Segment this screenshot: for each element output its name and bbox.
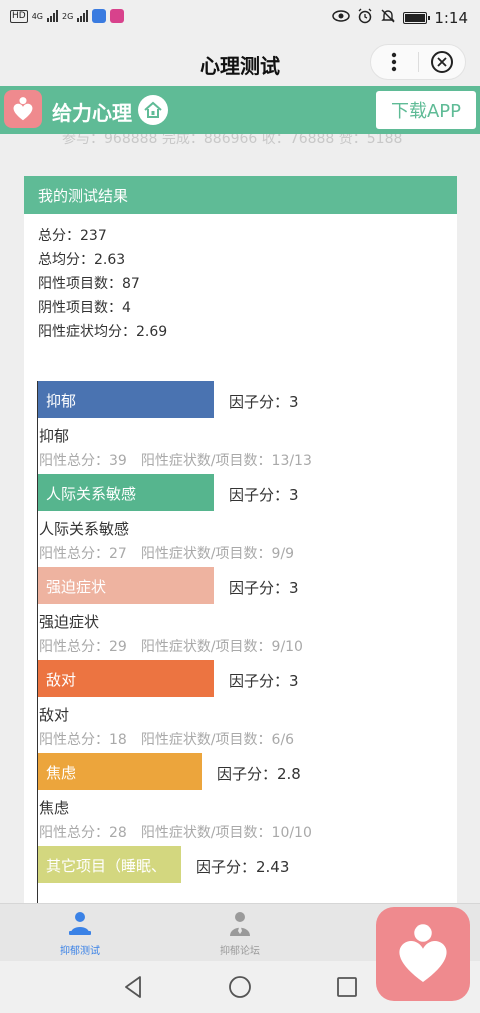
stats-line-partial: 参与：968888 完成：886966 收：76888 赞：5188 (0, 134, 480, 158)
more-dots-icon (392, 52, 397, 72)
eye-icon (332, 9, 351, 27)
factor-name: 抑郁 (39, 427, 70, 445)
test-person-icon (65, 909, 95, 939)
factor-bar: 人际关系敏感 (38, 474, 214, 511)
total-score: 总分：237 (38, 228, 107, 244)
result-summary: 总分：237 总均分：2.63 阳性项目数：87 阴性项目数：4 阳性症状均分：… (24, 214, 457, 354)
signal-icon (77, 10, 89, 22)
network-type-2: 2G (62, 11, 74, 21)
app-notification-icon (92, 9, 107, 23)
home-nav-button[interactable] (227, 974, 253, 1000)
stats-text: 参与：968888 完成：886966 收：76888 赞：5188 (62, 134, 403, 147)
back-triangle-icon (125, 976, 141, 998)
factor-name: 人际关系敏感 (39, 520, 130, 538)
network-type-1: 4G (31, 11, 43, 21)
app-name: 给力心理 (52, 101, 132, 125)
positive-symptom-average: 阳性症状均分：2.69 (38, 324, 168, 340)
close-button[interactable] (418, 45, 465, 79)
factor-score: 因子分：3 (229, 486, 299, 504)
factor-stats: 阳性总分：27 阳性症状数/项目数：9/9 (39, 546, 295, 562)
factor-stats: 阳性总分：39 阳性症状数/项目数：13/13 (39, 453, 312, 469)
factor-stats: 阳性总分：28 阳性症状数/项目数：10/10 (39, 825, 312, 841)
tab-label: 抑郁测试 (60, 946, 100, 957)
average-score: 总均分：2.63 (38, 252, 126, 268)
factor-name: 焦虑 (39, 799, 70, 817)
negative-item-count: 阴性项目数：4 (38, 300, 131, 316)
factor-row: 强迫症状 因子分：3 强迫症状 阳性总分：29 阳性症状数/项目数：9/10 (37, 567, 457, 660)
forum-person-icon (225, 909, 255, 939)
factor-name: 敌对 (39, 706, 70, 724)
factor-bar: 强迫症状 (38, 567, 214, 604)
close-icon (430, 51, 453, 73)
factor-bar: 焦虑 (38, 753, 202, 790)
factor-score: 因子分：3 (229, 672, 299, 690)
tab-depression-forum[interactable]: 抑郁论坛 (180, 904, 300, 962)
result-card: 我的测试结果 总分：237 总均分：2.63 阳性项目数：87 阴性项目数：4 … (24, 176, 457, 916)
heart-person-icon (4, 90, 42, 128)
factor-bar: 其它项目（睡眠、 (38, 846, 181, 883)
result-card-title: 我的测试结果 (24, 176, 457, 214)
heart-person-icon (399, 924, 447, 982)
signal-icon (47, 10, 58, 22)
status-bar: HD 4G 2G 1:14 (0, 0, 480, 36)
factor-name: 强迫症状 (39, 613, 100, 631)
mini-program-capsule (370, 44, 466, 80)
factor-stats: 阳性总分：18 阳性症状数/项目数：6/6 (39, 732, 295, 748)
status-left: HD 4G 2G (10, 9, 125, 23)
factor-row: 人际关系敏感 因子分：3 人际关系敏感 阳性总分：27 阳性症状数/项目数：9/9 (37, 474, 457, 567)
factor-row: 焦虑 因子分：2.8 焦虑 阳性总分：28 阳性症状数/项目数：10/10 (37, 753, 457, 846)
factor-bar: 抑郁 (38, 381, 214, 418)
home-icon (144, 101, 162, 118)
app-banner: 给力心理 下载APP (0, 86, 480, 134)
recents-square-icon (337, 977, 357, 997)
recents-button[interactable] (334, 974, 360, 1000)
title-bar: 心理测试 (0, 36, 480, 86)
tab-depression-test[interactable]: 抑郁测试 (20, 904, 140, 962)
more-options-button[interactable] (371, 45, 418, 79)
battery-icon (403, 12, 431, 24)
positive-item-count: 阳性项目数：87 (38, 276, 140, 292)
factor-row: 抑郁 因子分：3 抑郁 阳性总分：39 阳性症状数/项目数：13/13 (37, 381, 457, 474)
floating-app-logo[interactable] (376, 907, 470, 1001)
status-right: 1:14 (332, 8, 468, 28)
tab-label: 抑郁论坛 (220, 946, 260, 957)
factor-score: 因子分：2.8 (217, 765, 301, 783)
factor-row: 敌对 因子分：3 敌对 阳性总分：18 阳性症状数/项目数：6/6 (37, 660, 457, 753)
app-notification-icon (110, 9, 125, 23)
factor-stats: 阳性总分：29 阳性症状数/项目数：9/10 (39, 639, 303, 655)
clock-time: 1:14 (434, 9, 468, 27)
alarm-icon (357, 8, 373, 28)
home-circle-icon (229, 976, 251, 998)
mute-icon (380, 8, 396, 28)
factor-score: 因子分：2.43 (196, 858, 290, 876)
back-button[interactable] (121, 974, 147, 1000)
factor-bar: 敌对 (38, 660, 214, 697)
home-button[interactable] (138, 95, 168, 125)
factor-bar-chart: 抑郁 因子分：3 抑郁 阳性总分：39 阳性症状数/项目数：13/13 人际关系敏感 因子… (37, 381, 457, 916)
download-app-button[interactable]: 下载APP (376, 91, 476, 129)
hd-badge: HD (10, 9, 28, 23)
factor-score: 因子分：3 (229, 579, 299, 597)
factor-score: 因子分：3 (229, 393, 299, 411)
